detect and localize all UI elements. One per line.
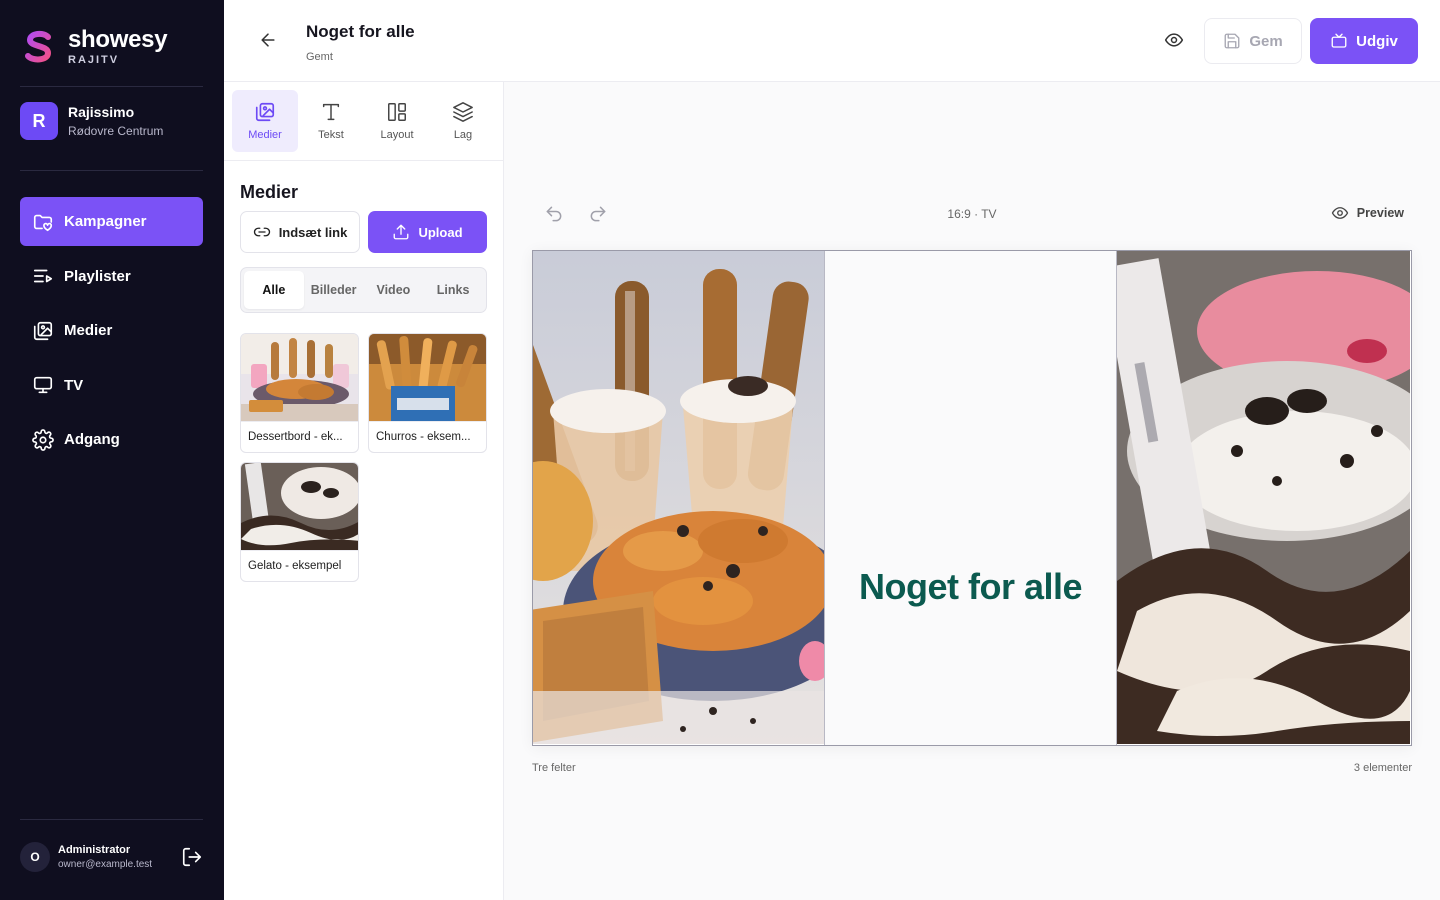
nav-item-tv[interactable]: TV <box>20 361 203 410</box>
preview-label: Preview <box>1356 206 1404 220</box>
media-thumbnail <box>369 334 486 421</box>
panel-title: Medier <box>240 182 299 202</box>
publish-button[interactable]: Udgiv <box>1310 18 1418 64</box>
nav-item-adgang[interactable]: Adgang <box>20 415 203 464</box>
filter-video[interactable]: Video <box>364 271 424 309</box>
insert-link-button[interactable]: Indsæt link <box>240 211 360 253</box>
gelato-zone-image <box>1117 251 1410 744</box>
gear-icon <box>32 428 54 451</box>
zone-left[interactable] <box>533 251 825 745</box>
tab-label: Layout <box>380 129 414 141</box>
nav-label: Adgang <box>64 431 120 448</box>
zone-text[interactable]: Noget for alle <box>825 251 1117 745</box>
zone-right[interactable] <box>1117 251 1410 745</box>
org-name: Rajissimo <box>68 104 135 120</box>
media-filter-tabs: Alle Billeder Video Links <box>240 267 487 313</box>
media-label: Dessertbord - ek... <box>241 421 358 452</box>
churros-image <box>369 334 486 421</box>
nav-item-medier[interactable]: Medier <box>20 306 203 355</box>
tab-label: Lag <box>453 129 473 141</box>
zone-headline: Noget for alle <box>858 566 1083 607</box>
publish-label: Udgiv <box>1356 32 1398 50</box>
eye-icon[interactable] <box>1164 30 1184 50</box>
org-switcher[interactable]: R Rajissimo Rødovre Centrum <box>20 102 163 140</box>
monitor-icon <box>33 376 53 394</box>
tab-lag[interactable]: Lag <box>430 90 496 152</box>
folder-icon <box>33 214 53 231</box>
divider <box>20 170 203 171</box>
editor-header: Noget for alle Gemt Gem Udgiv <box>224 0 1440 82</box>
tab-tekst[interactable]: Tekst <box>298 90 364 152</box>
canvas-toolbar: 16:9 · TV Preview <box>532 200 1412 228</box>
nav-item-playlister[interactable]: Playlister <box>20 252 203 301</box>
nav-label: Kampagner <box>64 213 147 230</box>
logo[interactable]: showesy RAJITV <box>24 26 168 66</box>
slide-canvas: Noget for alle <box>532 250 1412 746</box>
media-thumbnail <box>241 334 358 421</box>
tv-publish-icon <box>1331 33 1347 48</box>
images-icon <box>255 102 275 122</box>
back-arrow-icon[interactable] <box>258 30 278 50</box>
tab-label: Tekst <box>318 129 344 141</box>
layout-icon <box>388 103 406 121</box>
org-location: Rødovre Centrum <box>68 124 164 138</box>
filter-billeder[interactable]: Billeder <box>304 271 364 309</box>
gelato-image <box>241 463 358 550</box>
save-label: Gem <box>1249 32 1283 50</box>
layout-name: Tre felter <box>532 762 576 774</box>
user-profile: O Administrator owner@example.test <box>20 842 203 872</box>
main-nav: Kampagner Playlister Medier TV Adgang <box>20 197 203 470</box>
tab-medier[interactable]: Medier <box>232 90 298 152</box>
media-item-dessertbord[interactable]: Dessertbord - ek... <box>240 333 359 453</box>
brand-sub: RAJITV <box>68 54 120 66</box>
dessert-image <box>241 334 358 421</box>
nav-label: Playlister <box>64 267 131 285</box>
tool-tabs: Medier Tekst Layout Lag <box>232 90 496 152</box>
user-name: Administrator <box>58 844 131 856</box>
divider <box>20 819 203 820</box>
dessert-zone-image <box>533 251 824 744</box>
media-thumbnail <box>241 463 358 550</box>
save-button[interactable]: Gem <box>1204 18 1302 64</box>
tab-layout[interactable]: Layout <box>364 90 430 152</box>
divider <box>20 86 203 87</box>
upload-button[interactable]: Upload <box>368 211 487 253</box>
link-icon <box>253 227 270 237</box>
element-count: 3 elementer <box>1353 762 1412 774</box>
layers-icon <box>453 102 473 122</box>
insert-link-label: Indsæt link <box>278 224 348 240</box>
aspect-ratio-label: 16:9 · TV <box>947 207 997 221</box>
brand-name: showesy <box>68 26 168 53</box>
logout-icon[interactable] <box>181 846 203 868</box>
save-icon <box>1224 33 1240 49</box>
preview-button[interactable]: Preview <box>1331 204 1404 222</box>
nav-item-kampagner[interactable]: Kampagner <box>20 197 203 246</box>
nav-label: Medier <box>64 322 113 339</box>
divider <box>224 160 503 161</box>
avatar: O <box>20 842 50 872</box>
media-item-churros[interactable]: Churros - eksem... <box>368 333 487 453</box>
media-panel: Medier Tekst Layout Lag Medier Indsæt li… <box>224 82 504 900</box>
showesy-logo-icon <box>25 30 52 63</box>
media-label: Gelato - eksempel <box>241 550 358 581</box>
filter-links[interactable]: Links <box>423 271 483 309</box>
media-item-gelato[interactable]: Gelato - eksempel <box>240 462 359 582</box>
upload-label: Upload <box>418 224 463 240</box>
user-email: owner@example.test <box>58 859 153 870</box>
media-label: Churros - eksem... <box>369 421 486 452</box>
images-icon <box>33 321 53 340</box>
page-title: Noget for alle <box>306 22 415 41</box>
save-status: Gemt <box>306 51 333 63</box>
nav-label: TV <box>64 376 84 394</box>
org-avatar: R <box>20 102 58 140</box>
upload-icon <box>394 224 409 240</box>
tab-label: Medier <box>248 129 282 141</box>
eye-icon <box>1331 207 1348 219</box>
text-icon <box>322 103 340 121</box>
playlist-icon <box>33 269 53 283</box>
filter-alle[interactable]: Alle <box>244 271 304 309</box>
sidebar: showesy RAJITV R Rajissimo Rødovre Centr… <box>0 0 224 900</box>
